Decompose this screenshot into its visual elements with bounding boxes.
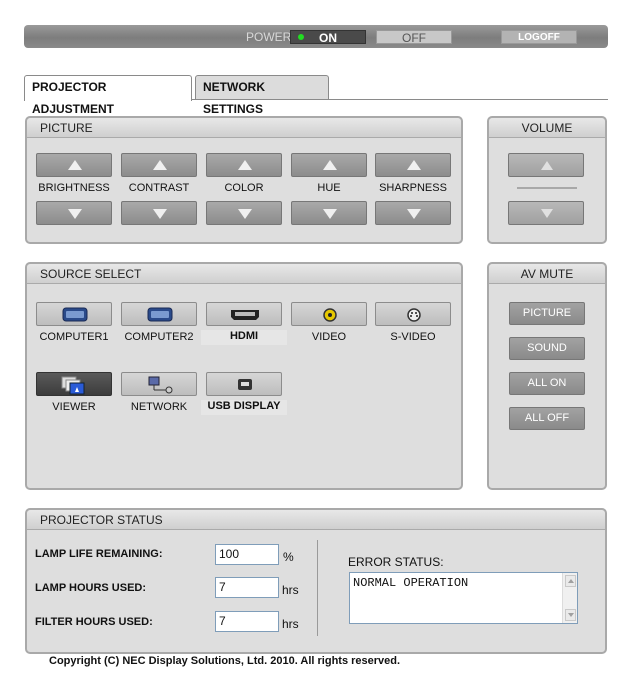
volume-level-bar	[517, 187, 577, 189]
projector-status-panel: PROJECTOR STATUS LAMP LIFE REMAINING: 10…	[25, 508, 607, 654]
power-off-button[interactable]: OFF	[376, 30, 452, 45]
color-up-button[interactable]	[206, 153, 282, 177]
down-arrow-icon	[323, 209, 337, 219]
computer1-label: COMPUTER1	[39, 331, 109, 343]
video-label: VIDEO	[311, 331, 347, 343]
tab-network-settings[interactable]: NETWORK SETTINGS	[195, 75, 329, 116]
vga-port-icon	[147, 307, 173, 322]
color-down-button[interactable]	[206, 201, 282, 225]
s-video-port-icon	[407, 308, 421, 322]
picture-panel: PICTURE BRIGHTNESS CONTRAST COLOR HUE SH…	[25, 116, 463, 244]
computer2-button[interactable]	[121, 302, 197, 326]
filter-hours-field: 7	[215, 611, 279, 632]
lamp-life-field: 100	[215, 544, 279, 565]
hue-label: HUE	[317, 182, 341, 194]
viewer-button[interactable]	[36, 372, 112, 396]
error-status-text: NORMAL OPERATION	[353, 576, 469, 590]
s-video-button[interactable]	[375, 302, 451, 326]
copyright-text: Copyright (C) NEC Display Solutions, Ltd…	[49, 655, 401, 667]
scroll-up-icon	[568, 579, 574, 583]
scroll-down-button[interactable]	[565, 609, 576, 621]
logoff-button[interactable]: LOGOFF	[501, 30, 577, 44]
mute-all-off-button[interactable]: ALL OFF	[509, 407, 585, 430]
network-icon	[148, 376, 173, 394]
scroll-up-button[interactable]	[565, 575, 576, 587]
up-arrow-icon	[68, 160, 82, 170]
video-button[interactable]	[291, 302, 367, 326]
filter-hours-unit: hrs	[282, 617, 299, 631]
down-arrow-icon	[238, 209, 252, 219]
volume-panel: VOLUME	[487, 116, 607, 244]
lamp-hours-unit: hrs	[282, 583, 299, 597]
lamp-hours-field: 7	[215, 577, 279, 598]
volume-up-icon	[541, 161, 553, 170]
network-label: NETWORK	[130, 401, 188, 413]
brightness-down-button[interactable]	[36, 201, 112, 225]
down-arrow-icon	[407, 209, 421, 219]
up-arrow-icon	[153, 160, 167, 170]
scroll-down-icon	[568, 613, 574, 617]
source-select-panel: SOURCE SELECT COMPUTER1 COMPUTER2 HDMI V…	[25, 262, 463, 490]
rca-port-icon	[323, 308, 337, 322]
down-arrow-icon	[153, 209, 167, 219]
vga-port-icon	[62, 307, 88, 322]
down-arrow-icon	[68, 209, 82, 219]
sharpness-label: SHARPNESS	[379, 182, 447, 194]
status-divider	[317, 540, 318, 636]
mute-picture-button[interactable]: PICTURE	[509, 302, 585, 325]
av-mute-panel: AV MUTE PICTURE SOUND ALL ON ALL OFF	[487, 262, 607, 490]
hdmi-button[interactable]	[206, 302, 282, 326]
usb-display-button[interactable]	[206, 372, 282, 396]
color-label: COLOR	[224, 182, 264, 194]
mute-sound-button[interactable]: SOUND	[509, 337, 585, 360]
tab-projector-adjustment[interactable]: PROJECTOR ADJUSTMENT	[24, 75, 192, 116]
computer1-button[interactable]	[36, 302, 112, 326]
network-button[interactable]	[121, 372, 197, 396]
mute-all-on-button[interactable]: ALL ON	[509, 372, 585, 395]
source-select-title: SOURCE SELECT	[27, 264, 461, 284]
hdmi-label: HDMI	[201, 330, 287, 345]
lamp-hours-label: LAMP HOURS USED:	[35, 582, 147, 594]
error-status-box[interactable]: NORMAL OPERATION	[349, 572, 578, 624]
sharpness-down-button[interactable]	[375, 201, 451, 225]
computer2-label: COMPUTER2	[124, 331, 194, 343]
lamp-life-unit: %	[283, 550, 294, 564]
up-arrow-icon	[407, 160, 421, 170]
sharpness-up-button[interactable]	[375, 153, 451, 177]
up-arrow-icon	[323, 160, 337, 170]
volume-up-button[interactable]	[508, 153, 584, 177]
volume-down-button[interactable]	[508, 201, 584, 225]
filter-hours-label: FILTER HOURS USED:	[35, 616, 153, 628]
power-on-button[interactable]: ON	[290, 30, 366, 45]
picture-title: PICTURE	[27, 118, 461, 138]
contrast-label: CONTRAST	[128, 182, 190, 194]
power-label: POWER	[246, 30, 292, 44]
power-bar: POWER ON OFF LOGOFF	[24, 25, 608, 48]
volume-down-icon	[541, 209, 553, 218]
brightness-up-button[interactable]	[36, 153, 112, 177]
hue-up-button[interactable]	[291, 153, 367, 177]
usb-port-icon	[238, 379, 252, 390]
lamp-life-label: LAMP LIFE REMAINING:	[35, 548, 163, 560]
error-status-scrollbar[interactable]	[562, 573, 577, 623]
s-video-label: S-VIDEO	[390, 331, 436, 343]
volume-title: VOLUME	[489, 118, 605, 138]
contrast-down-button[interactable]	[121, 201, 197, 225]
error-status-label: ERROR STATUS:	[348, 555, 444, 569]
viewer-icon	[61, 376, 85, 395]
usb-display-label: USB DISPLAY	[201, 400, 287, 415]
contrast-up-button[interactable]	[121, 153, 197, 177]
power-led-icon	[298, 34, 304, 40]
power-on-label: ON	[319, 31, 337, 45]
viewer-label: VIEWER	[52, 401, 96, 413]
brightness-label: BRIGHTNESS	[38, 182, 110, 194]
hdmi-port-icon	[231, 310, 259, 320]
projector-status-title: PROJECTOR STATUS	[27, 510, 605, 530]
up-arrow-icon	[238, 160, 252, 170]
hue-down-button[interactable]	[291, 201, 367, 225]
av-mute-title: AV MUTE	[489, 264, 605, 284]
